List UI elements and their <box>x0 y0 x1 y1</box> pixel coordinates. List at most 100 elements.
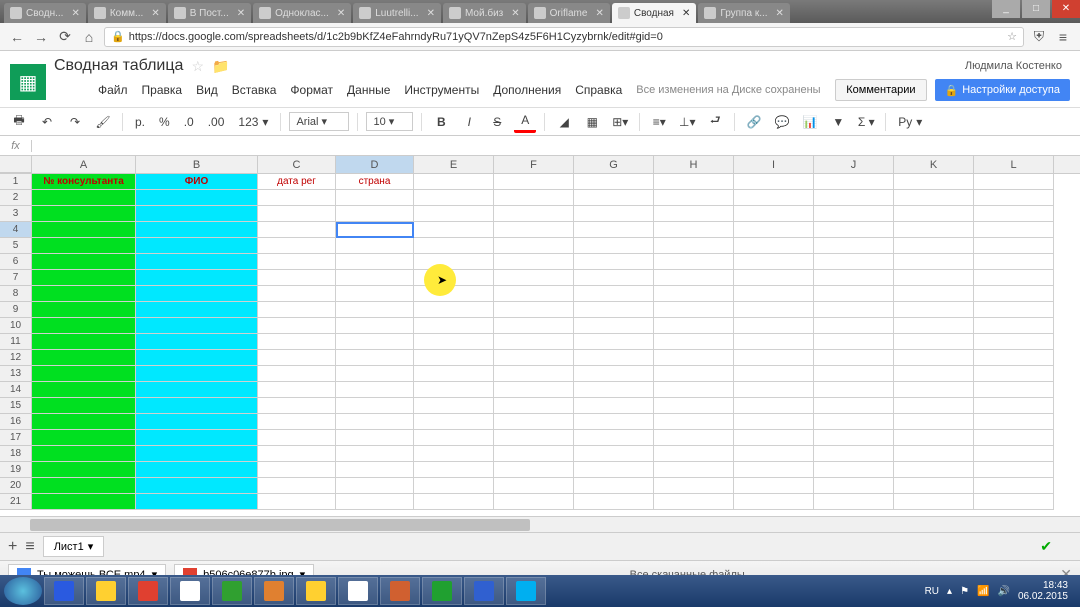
cell[interactable] <box>894 478 974 494</box>
cell[interactable] <box>336 302 414 318</box>
cell[interactable] <box>414 446 494 462</box>
cell[interactable] <box>136 222 258 238</box>
cell[interactable] <box>258 318 336 334</box>
cell[interactable] <box>32 318 136 334</box>
tray-lang[interactable]: RU <box>925 586 939 597</box>
folder-icon[interactable]: 📁 <box>212 58 229 75</box>
cell[interactable] <box>32 430 136 446</box>
tab-close-icon[interactable]: ✕ <box>511 8 519 19</box>
cell[interactable] <box>574 190 654 206</box>
tray-volume-icon[interactable]: 🔊 <box>997 586 1009 597</box>
cell[interactable] <box>494 334 574 350</box>
cell[interactable] <box>336 254 414 270</box>
strike-icon[interactable]: S <box>486 111 508 133</box>
cell[interactable] <box>894 190 974 206</box>
tray-flag-icon[interactable]: ⚑ <box>960 586 969 597</box>
currency-format[interactable]: р. <box>131 115 149 129</box>
menu-item[interactable]: Дополнения <box>493 83 561 97</box>
column-header[interactable]: J <box>814 156 894 173</box>
cell[interactable] <box>414 190 494 206</box>
browser-tab[interactable]: Сводная✕ <box>612 3 697 23</box>
cell[interactable] <box>574 366 654 382</box>
tab-close-icon[interactable]: ✕ <box>776 8 784 19</box>
cell[interactable] <box>894 430 974 446</box>
cell[interactable] <box>734 398 814 414</box>
cell[interactable] <box>894 302 974 318</box>
cell[interactable] <box>574 462 654 478</box>
cell[interactable] <box>574 414 654 430</box>
row-header[interactable]: 15 <box>0 398 32 414</box>
cell[interactable] <box>814 334 894 350</box>
cell[interactable] <box>814 494 894 510</box>
cell[interactable] <box>258 478 336 494</box>
menu-icon[interactable]: ≡ <box>1054 28 1072 46</box>
cell[interactable] <box>734 494 814 510</box>
cell[interactable] <box>336 238 414 254</box>
explore-icon[interactable]: ✔ <box>1040 538 1052 555</box>
cell[interactable] <box>574 446 654 462</box>
cell[interactable] <box>734 334 814 350</box>
star-icon[interactable]: ☆ <box>191 58 204 75</box>
share-button[interactable]: 🔒Настройки доступа <box>935 79 1070 101</box>
cell[interactable] <box>336 494 414 510</box>
cell[interactable] <box>814 286 894 302</box>
print-icon[interactable]: 🖶 <box>8 111 30 133</box>
column-header[interactable]: I <box>734 156 814 173</box>
cell[interactable] <box>814 430 894 446</box>
halign-icon[interactable]: ≡▾ <box>648 111 670 133</box>
paint-format-icon[interactable]: 🖌 <box>92 111 114 133</box>
cell[interactable] <box>574 430 654 446</box>
cell[interactable] <box>414 398 494 414</box>
cell[interactable] <box>494 206 574 222</box>
cell[interactable] <box>336 398 414 414</box>
cell[interactable] <box>654 190 734 206</box>
cell[interactable] <box>734 238 814 254</box>
cell[interactable] <box>894 318 974 334</box>
cell[interactable] <box>734 462 814 478</box>
browser-tab[interactable]: Сводн...✕ <box>4 3 86 23</box>
cell[interactable] <box>974 238 1054 254</box>
cell[interactable] <box>814 238 894 254</box>
taskbar-app[interactable] <box>296 577 336 605</box>
cell[interactable] <box>414 382 494 398</box>
cell[interactable] <box>654 446 734 462</box>
taskbar-app[interactable] <box>506 577 546 605</box>
cell[interactable] <box>974 318 1054 334</box>
cell[interactable] <box>32 270 136 286</box>
cell[interactable] <box>258 494 336 510</box>
taskbar-app[interactable] <box>422 577 462 605</box>
cell[interactable] <box>494 286 574 302</box>
functions-icon[interactable]: Σ ▾ <box>855 111 877 133</box>
row-header[interactable]: 13 <box>0 366 32 382</box>
cell[interactable] <box>974 382 1054 398</box>
cell[interactable] <box>814 222 894 238</box>
cell[interactable] <box>494 190 574 206</box>
cell[interactable] <box>894 446 974 462</box>
cell[interactable] <box>336 430 414 446</box>
cell[interactable] <box>336 350 414 366</box>
cell[interactable] <box>414 494 494 510</box>
cell[interactable] <box>32 350 136 366</box>
column-header[interactable]: C <box>258 156 336 173</box>
cell[interactable] <box>32 382 136 398</box>
cell[interactable] <box>32 462 136 478</box>
cell[interactable] <box>654 238 734 254</box>
cell[interactable]: № консультанта <box>32 174 136 190</box>
cell[interactable] <box>574 270 654 286</box>
cell[interactable] <box>974 270 1054 286</box>
cell[interactable] <box>814 174 894 190</box>
menu-item[interactable]: Данные <box>347 83 390 97</box>
cell[interactable] <box>814 350 894 366</box>
column-header[interactable]: D <box>336 156 414 173</box>
row-header[interactable]: 20 <box>0 478 32 494</box>
column-header[interactable]: G <box>574 156 654 173</box>
cell[interactable] <box>32 302 136 318</box>
cell[interactable] <box>258 462 336 478</box>
cell[interactable] <box>734 206 814 222</box>
tab-close-icon[interactable]: ✕ <box>337 8 345 19</box>
horizontal-scrollbar[interactable] <box>0 516 1080 532</box>
browser-tab[interactable]: Luutrelli...✕ <box>353 3 441 23</box>
cell[interactable] <box>574 238 654 254</box>
cell[interactable] <box>974 446 1054 462</box>
cell[interactable] <box>814 318 894 334</box>
